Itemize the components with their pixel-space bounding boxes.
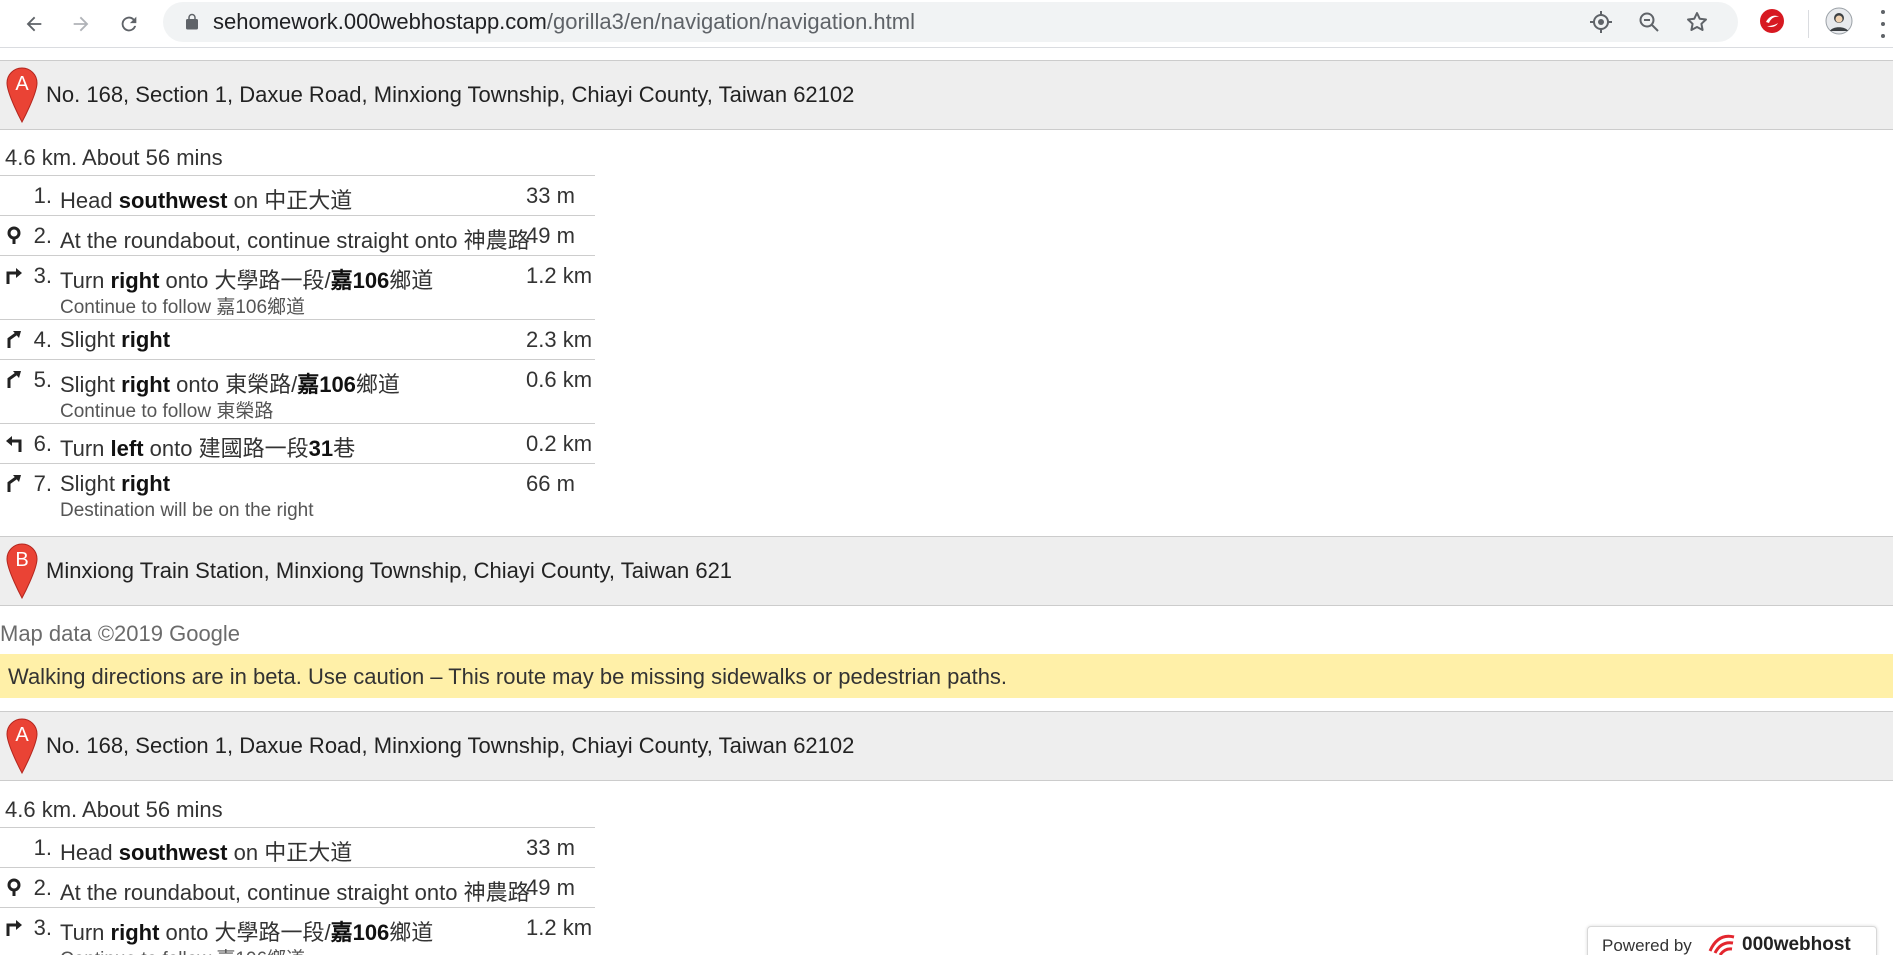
back-button[interactable] bbox=[18, 8, 50, 40]
profile-avatar-icon[interactable] bbox=[1825, 7, 1853, 35]
step-distance: 49 m bbox=[526, 875, 575, 900]
step-note: Destination will be on the right bbox=[60, 500, 314, 521]
step-instruction: Turn right onto 大學路一段/嘉106鄉道 bbox=[60, 268, 434, 293]
step-instruction: Slight right onto 東榮路/嘉106鄉道 bbox=[60, 372, 400, 397]
toolbar-divider bbox=[1808, 10, 1809, 38]
powered-by-badge[interactable]: Powered by 000webhost bbox=[1587, 926, 1877, 955]
step-distance: 33 m bbox=[526, 835, 575, 860]
browser-toolbar: sehomework.000webhostapp.com/gorilla3/en… bbox=[0, 0, 1893, 48]
directions-steps: 1. Head southwest on 中正大道 33 m 2. At the… bbox=[0, 175, 595, 526]
direction-step[interactable]: 5. Slight right onto 東榮路/嘉106鄉道 Continue… bbox=[0, 360, 595, 424]
step-instruction: Head southwest on 中正大道 bbox=[60, 840, 353, 865]
route-summary: 4.6 km. About 56 mins bbox=[5, 797, 223, 822]
slight-right-icon bbox=[7, 371, 21, 388]
step-distance: 1.2 km bbox=[526, 915, 593, 940]
step-note: Continue to follow 嘉106鄉道 bbox=[60, 297, 306, 318]
origin-waypoint: A No. 168, Section 1, Daxue Road, Minxio… bbox=[0, 60, 1893, 130]
step-number: 6. bbox=[33, 431, 52, 456]
direction-step[interactable]: 2. At the roundabout, continue straight … bbox=[0, 868, 595, 908]
warning-text: Walking directions are in beta. Use caut… bbox=[8, 664, 1008, 689]
location-icon[interactable] bbox=[1589, 10, 1613, 34]
step-number: 5. bbox=[33, 367, 52, 392]
roundabout-icon bbox=[7, 878, 21, 896]
step-note: Continue to follow 東榮路 bbox=[60, 401, 274, 422]
direction-step[interactable]: 7. Slight right Destination will be on t… bbox=[0, 464, 595, 526]
slight-right-icon bbox=[7, 331, 21, 348]
brand-name: 000webhost bbox=[1742, 934, 1851, 955]
reload-icon bbox=[121, 16, 137, 32]
step-instruction: Slight right bbox=[60, 471, 171, 496]
origin-address: No. 168, Section 1, Daxue Road, Minxiong… bbox=[46, 733, 855, 758]
forward-arrow-icon bbox=[73, 16, 89, 32]
roundabout-icon bbox=[7, 226, 21, 244]
step-note: Continue to follow 嘉106鄉道 bbox=[60, 944, 305, 955]
route-summary: 4.6 km. About 56 mins bbox=[5, 145, 223, 170]
browser-menu-icon[interactable] bbox=[1878, 10, 1888, 38]
step-instruction: Head southwest on 中正大道 bbox=[60, 188, 353, 213]
step-number: 1. bbox=[33, 183, 52, 208]
directions-page: A No. 168, Section 1, Daxue Road, Minxio… bbox=[0, 49, 1893, 955]
url-text[interactable]: sehomework.000webhostapp.com/gorilla3/en… bbox=[213, 10, 915, 34]
back-arrow-icon bbox=[26, 16, 42, 32]
step-number: 3. bbox=[33, 915, 52, 940]
step-distance: 2.3 km bbox=[526, 327, 593, 352]
step-instruction: Slight right bbox=[60, 327, 171, 352]
destination-waypoint: B Minxiong Train Station, Minxiong Towns… bbox=[0, 536, 1893, 606]
step-number: 4. bbox=[33, 327, 52, 352]
svg-text:A: A bbox=[15, 724, 29, 746]
origin-address: No. 168, Section 1, Daxue Road, Minxiong… bbox=[46, 82, 855, 107]
marker-a-icon: A bbox=[6, 67, 38, 123]
step-distance: 0.2 km bbox=[526, 431, 593, 456]
direction-step[interactable]: 3. Turn right onto 大學路一段/嘉106鄉道 Continue… bbox=[0, 256, 595, 320]
step-distance: 66 m bbox=[526, 471, 575, 496]
step-distance: 33 m bbox=[526, 183, 575, 208]
step-number: 7. bbox=[33, 471, 52, 496]
direction-step[interactable]: 1. Head southwest on 中正大道 33 m bbox=[0, 828, 595, 868]
reload-button[interactable] bbox=[113, 8, 145, 40]
step-distance: 1.2 km bbox=[526, 263, 593, 288]
step-number: 2. bbox=[33, 223, 52, 248]
forward-button[interactable] bbox=[65, 8, 97, 40]
svg-text:B: B bbox=[15, 549, 28, 571]
origin-waypoint: A No. 168, Section 1, Daxue Road, Minxio… bbox=[0, 711, 1893, 781]
step-number: 2. bbox=[33, 875, 52, 900]
extension-icon[interactable] bbox=[1758, 7, 1786, 35]
step-instruction: Turn right onto 大學路一段/嘉106鄉道 bbox=[60, 920, 434, 945]
svg-text:A: A bbox=[15, 73, 29, 95]
directions-steps: 1. Head southwest on 中正大道 33 m 2. At the… bbox=[0, 827, 595, 955]
direction-step[interactable]: 1. Head southwest on 中正大道 33 m bbox=[0, 176, 595, 216]
lock-icon[interactable] bbox=[183, 13, 201, 31]
marker-b-icon: B bbox=[6, 543, 38, 599]
step-distance: 49 m bbox=[526, 223, 575, 248]
direction-step[interactable]: 6. Turn left onto 建國路一段31巷 0.2 km bbox=[0, 424, 595, 464]
step-number: 3. bbox=[33, 263, 52, 288]
step-instruction: At the roundabout, continue straight ont… bbox=[60, 228, 530, 253]
turn-right-icon bbox=[6, 268, 22, 284]
webhost-logo-icon bbox=[1708, 934, 1735, 955]
beta-warning-banner: Walking directions are in beta. Use caut… bbox=[0, 654, 1893, 698]
step-number: 1. bbox=[33, 835, 52, 860]
bookmark-star-icon[interactable] bbox=[1685, 10, 1709, 34]
direction-step[interactable]: 4. Slight right 2.3 km bbox=[0, 320, 595, 360]
url-path: /gorilla3/en/navigation/navigation.html bbox=[546, 9, 915, 34]
powered-by-label: Powered by bbox=[1602, 936, 1692, 955]
turn-right-icon bbox=[6, 920, 22, 936]
direction-step[interactable]: 2. At the roundabout, continue straight … bbox=[0, 216, 595, 256]
slight-right-icon bbox=[7, 475, 21, 492]
step-instruction: At the roundabout, continue straight ont… bbox=[60, 880, 530, 905]
step-distance: 0.6 km bbox=[526, 367, 593, 392]
marker-a-icon: A bbox=[6, 718, 38, 774]
url-host: sehomework.000webhostapp.com bbox=[213, 9, 547, 34]
address-bar[interactable]: sehomework.000webhostapp.com/gorilla3/en… bbox=[163, 2, 1738, 42]
direction-step[interactable]: 3. Turn right onto 大學路一段/嘉106鄉道 Continue… bbox=[0, 908, 595, 955]
turn-left-icon bbox=[6, 436, 22, 452]
step-instruction: Turn left onto 建國路一段31巷 bbox=[60, 436, 356, 461]
destination-address: Minxiong Train Station, Minxiong Townshi… bbox=[46, 558, 733, 583]
zoom-out-icon[interactable] bbox=[1637, 10, 1661, 34]
map-data-attribution: Map data ©2019 Google bbox=[0, 621, 241, 646]
